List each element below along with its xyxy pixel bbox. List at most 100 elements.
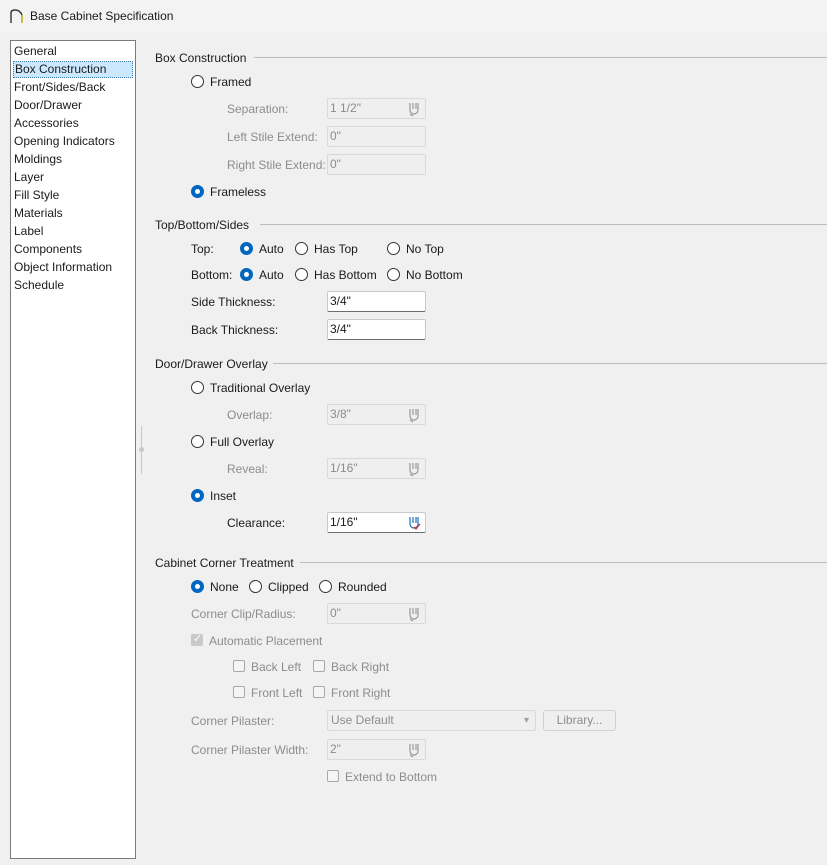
corner-clip-radius-field[interactable]: 0" <box>327 603 426 624</box>
sidebar-item-moldings[interactable]: Moldings <box>13 151 133 168</box>
corner-clipped-radio[interactable] <box>249 580 262 593</box>
has-top-radio[interactable] <box>295 242 308 255</box>
separation-field[interactable]: 1 1/2" <box>327 98 426 119</box>
sidebar-item-front-sides-back[interactable]: Front/Sides/Back <box>13 79 133 96</box>
frameless-radio[interactable] <box>191 185 204 198</box>
front-left-checkbox[interactable] <box>233 686 245 698</box>
front-right-label[interactable]: Front Right <box>331 686 390 700</box>
traditional-overlay-label[interactable]: Traditional Overlay <box>210 381 310 395</box>
group-divider <box>260 224 827 225</box>
automatic-placement-checkbox[interactable] <box>191 632 203 646</box>
group-corner-title: Cabinet Corner Treatment <box>155 556 294 570</box>
corner-clip-radius-value: 0" <box>330 606 341 620</box>
back-left-checkbox[interactable] <box>233 660 245 672</box>
back-left-label[interactable]: Back Left <box>251 660 301 674</box>
sidebar-item-layer[interactable]: Layer <box>13 169 133 186</box>
bottom-label: Bottom: <box>191 268 233 282</box>
sidebar-item-general[interactable]: General <box>13 43 133 60</box>
back-right-checkbox[interactable] <box>313 660 325 672</box>
framed-radio[interactable] <box>191 75 204 88</box>
calculator-icon[interactable] <box>406 606 422 622</box>
corner-pilaster-width-field[interactable]: 2" <box>327 739 426 760</box>
corner-pilaster-value: Use Default <box>331 713 394 727</box>
inset-label[interactable]: Inset <box>210 489 236 503</box>
top-auto-radio[interactable] <box>240 242 253 255</box>
corner-clip-radius-label: Corner Clip/Radius: <box>191 607 296 621</box>
sidebar-item-accessories[interactable]: Accessories <box>13 115 133 132</box>
library-button[interactable]: Library... <box>543 710 616 731</box>
corner-pilaster-width-label: Corner Pilaster Width: <box>191 743 309 757</box>
corner-clipped-label[interactable]: Clipped <box>268 580 309 594</box>
sidebar-item-object-information[interactable]: Object Information <box>13 259 133 276</box>
corner-pilaster-width-value: 2" <box>330 742 341 756</box>
title-bar: Base Cabinet Specification <box>0 0 827 32</box>
category-list[interactable]: General Box Construction Front/Sides/Bac… <box>10 40 136 859</box>
left-stile-label: Left Stile Extend: <box>227 130 318 144</box>
right-stile-label: Right Stile Extend: <box>227 158 326 172</box>
back-thickness-label: Back Thickness: <box>191 323 279 337</box>
group-divider <box>273 363 827 364</box>
separation-value: 1 1/2" <box>330 101 361 115</box>
full-overlay-radio[interactable] <box>191 435 204 448</box>
corner-none-label[interactable]: None <box>210 580 239 594</box>
sidebar-item-materials[interactable]: Materials <box>13 205 133 222</box>
chevron-down-icon: ▾ <box>523 715 529 726</box>
no-bottom-label[interactable]: No Bottom <box>406 268 463 282</box>
no-top-radio[interactable] <box>387 242 400 255</box>
corner-rounded-radio[interactable] <box>319 580 332 593</box>
corner-pilaster-select[interactable]: Use Default ▾ <box>327 710 536 731</box>
has-bottom-radio[interactable] <box>295 268 308 281</box>
top-label: Top: <box>191 242 214 256</box>
left-stile-field[interactable]: 0" <box>327 126 426 147</box>
overlap-field[interactable]: 3/8" <box>327 404 426 425</box>
corner-none-radio[interactable] <box>191 580 204 593</box>
sidebar-item-box-construction[interactable]: Box Construction <box>13 61 133 78</box>
left-stile-value: 0" <box>330 129 341 143</box>
separation-label: Separation: <box>227 102 289 116</box>
corner-rounded-label[interactable]: Rounded <box>338 580 387 594</box>
calculator-icon[interactable] <box>406 101 422 117</box>
back-thickness-field[interactable]: 3/4" <box>327 319 426 340</box>
side-thickness-value: 3/4" <box>330 294 351 308</box>
inset-radio[interactable] <box>191 489 204 502</box>
sidebar-item-label[interactable]: Label <box>13 223 133 240</box>
sidebar-item-components[interactable]: Components <box>13 241 133 258</box>
full-overlay-label[interactable]: Full Overlay <box>210 435 274 449</box>
group-overlay-title: Door/Drawer Overlay <box>155 357 268 371</box>
corner-pilaster-label: Corner Pilaster: <box>191 714 275 728</box>
bottom-auto-radio[interactable] <box>240 268 253 281</box>
no-top-label[interactable]: No Top <box>406 242 444 256</box>
sidebar-item-fill-style[interactable]: Fill Style <box>13 187 133 204</box>
framed-label[interactable]: Framed <box>210 75 251 89</box>
clearance-field[interactable]: 1/16" <box>327 512 426 533</box>
automatic-placement-label[interactable]: Automatic Placement <box>209 634 322 648</box>
back-thickness-value: 3/4" <box>330 322 351 336</box>
has-bottom-label[interactable]: Has Bottom <box>314 268 377 282</box>
front-right-checkbox[interactable] <box>313 686 325 698</box>
right-stile-field[interactable]: 0" <box>327 154 426 175</box>
calculator-icon[interactable] <box>406 461 422 477</box>
front-left-label[interactable]: Front Left <box>251 686 302 700</box>
extend-to-bottom-label[interactable]: Extend to Bottom <box>345 770 437 784</box>
window-title: Base Cabinet Specification <box>30 9 174 23</box>
no-bottom-radio[interactable] <box>387 268 400 281</box>
group-divider <box>300 562 827 563</box>
calculator-icon[interactable] <box>406 515 422 531</box>
back-right-label[interactable]: Back Right <box>331 660 389 674</box>
has-top-label[interactable]: Has Top <box>314 242 358 256</box>
splitter-grip[interactable] <box>139 447 144 452</box>
sidebar-item-opening-indicators[interactable]: Opening Indicators <box>13 133 133 150</box>
traditional-overlay-radio[interactable] <box>191 381 204 394</box>
calculator-icon[interactable] <box>406 742 422 758</box>
side-thickness-field[interactable]: 3/4" <box>327 291 426 312</box>
top-auto-label[interactable]: Auto <box>259 242 284 256</box>
sidebar-item-schedule[interactable]: Schedule <box>13 277 133 294</box>
reveal-field[interactable]: 1/16" <box>327 458 426 479</box>
bottom-auto-label[interactable]: Auto <box>259 268 284 282</box>
overlap-label: Overlap: <box>227 408 273 422</box>
calculator-icon[interactable] <box>406 407 422 423</box>
extend-to-bottom-checkbox[interactable] <box>327 770 339 782</box>
sidebar-item-door-drawer[interactable]: Door/Drawer <box>13 97 133 114</box>
group-box-construction-title: Box Construction <box>155 51 247 65</box>
frameless-label[interactable]: Frameless <box>210 185 266 199</box>
